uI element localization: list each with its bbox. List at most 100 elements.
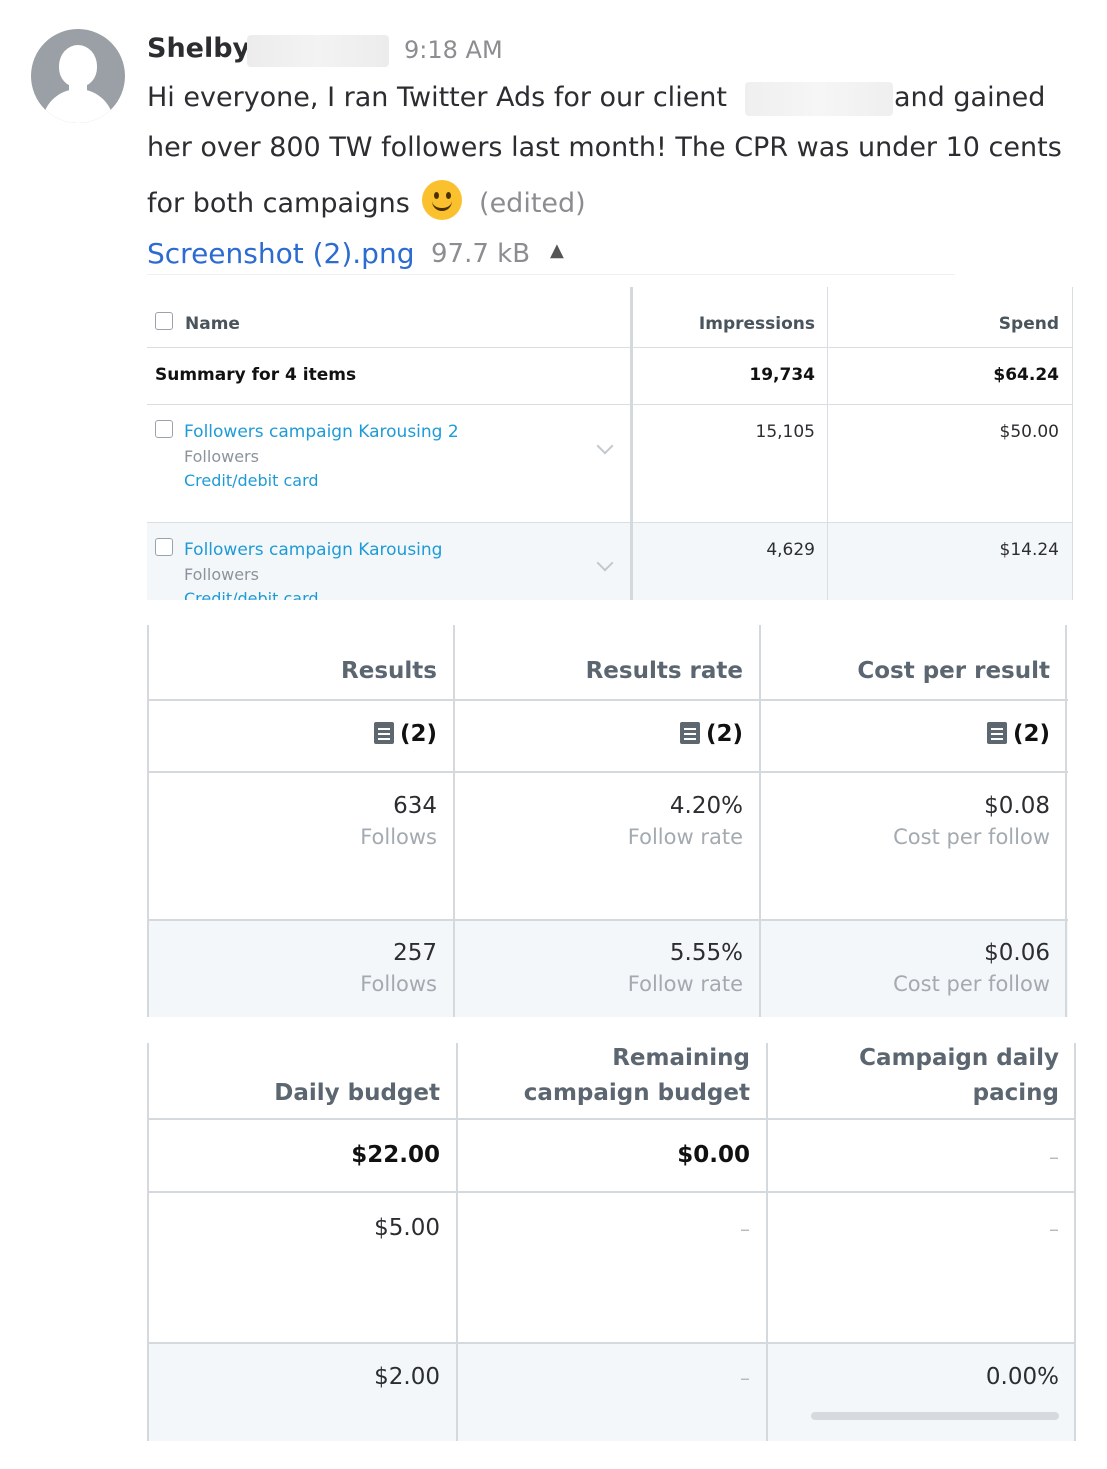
summary-results-rate[interactable]: (2) xyxy=(679,721,743,747)
campaign-name-link[interactable]: Followers campaign Karousing xyxy=(184,540,442,560)
row-pacing: 0.00% xyxy=(985,1364,1059,1390)
avatar-head xyxy=(59,45,97,87)
column-header-daily-budget[interactable]: Daily budget xyxy=(274,1075,440,1112)
row-daily-budget: $2.00 xyxy=(374,1364,440,1390)
row-pacing: – xyxy=(1049,1217,1059,1241)
column-header-impressions[interactable]: Impressions xyxy=(699,314,815,334)
row-remaining-budget: – xyxy=(740,1366,750,1390)
smiley-emoji-icon xyxy=(422,180,463,220)
row-rate: 5.55% xyxy=(669,940,743,966)
row-rate-label: Follow rate xyxy=(627,825,743,849)
campaign-table-top: Name Impressions Spend Summary for 4 ite… xyxy=(147,287,1073,600)
sender-name[interactable]: Shelby xyxy=(147,33,250,64)
summary-label: Summary for 4 items xyxy=(155,365,357,385)
column-divider xyxy=(630,287,633,600)
row-divider xyxy=(147,1191,1076,1193)
column-header-pacing-line1[interactable]: Campaign daily xyxy=(859,1043,1059,1077)
select-all-checkbox[interactable] xyxy=(155,312,173,330)
divider xyxy=(147,274,955,275)
table-header-row xyxy=(147,287,1073,348)
column-header-pacing-line2[interactable]: pacing xyxy=(973,1075,1059,1112)
row-checkbox[interactable] xyxy=(155,420,173,438)
summary-spend: $64.24 xyxy=(993,365,1059,385)
note-icon xyxy=(373,722,394,744)
summary-impressions: 19,734 xyxy=(749,365,815,385)
message-text-1b: and gained xyxy=(894,82,1046,113)
row-spend: $50.00 xyxy=(999,422,1059,442)
summary-results-count: (2) xyxy=(399,721,437,747)
campaign-objective: Followers xyxy=(184,447,259,466)
attachment-filename-link[interactable]: Screenshot (2).png xyxy=(147,237,414,270)
redacted-client-name xyxy=(745,82,893,116)
results-table: Results Results rate Cost per result (2)… xyxy=(147,625,1068,1017)
column-divider xyxy=(147,1043,149,1441)
row-divider xyxy=(147,919,1068,921)
note-icon xyxy=(679,722,700,744)
row-rate-label: Follow rate xyxy=(627,972,743,996)
caret-up-icon[interactable]: ▲ xyxy=(550,240,564,261)
column-divider xyxy=(759,625,761,1017)
campaign-objective: Followers xyxy=(184,565,259,584)
row-checkbox[interactable] xyxy=(155,538,173,556)
edited-label: (edited) xyxy=(479,188,586,219)
column-header-name[interactable]: Name xyxy=(185,314,240,334)
user-avatar[interactable] xyxy=(31,29,125,123)
column-divider xyxy=(827,287,828,600)
row-impressions: 15,105 xyxy=(755,422,815,442)
attachment-size: 97.7 kB xyxy=(431,239,531,269)
summary-cost-per-result[interactable]: (2) xyxy=(986,721,1050,747)
summary-cost-count: (2) xyxy=(1012,721,1050,747)
row-results-label: Follows xyxy=(360,972,437,996)
message-line-3: for both campaigns (edited) xyxy=(147,180,586,220)
row-cost: $0.06 xyxy=(984,940,1050,966)
row-cost-label: Cost per follow xyxy=(893,972,1050,996)
column-divider xyxy=(453,625,455,1017)
summary-pacing: – xyxy=(1049,1145,1059,1169)
message-text-3: for both campaigns xyxy=(147,188,410,219)
summary-results[interactable]: (2) xyxy=(373,721,437,747)
column-divider xyxy=(1072,287,1073,600)
column-header-results-rate[interactable]: Results rate xyxy=(586,653,743,690)
row-results-label: Follows xyxy=(360,825,437,849)
row-results: 257 xyxy=(393,940,437,966)
row-rate: 4.20% xyxy=(669,793,743,819)
summary-daily-budget: $22.00 xyxy=(351,1142,440,1168)
note-icon xyxy=(986,722,1007,744)
column-header-remaining-line2[interactable]: campaign budget xyxy=(524,1075,750,1112)
column-header-spend[interactable]: Spend xyxy=(999,314,1059,334)
row-remaining-budget: – xyxy=(740,1217,750,1241)
summary-rate-count: (2) xyxy=(705,721,743,747)
payment-method-link[interactable]: Credit/debit card xyxy=(184,589,319,600)
row-cost-label: Cost per follow xyxy=(893,825,1050,849)
column-divider xyxy=(456,1043,458,1441)
message-line-2: her over 800 TW followers last month! Th… xyxy=(147,132,1062,163)
avatar-body xyxy=(42,89,114,123)
budget-table: Daily budget Remaining campaign budget C… xyxy=(147,1043,1076,1441)
redacted-surname xyxy=(247,35,389,67)
campaign-name-link[interactable]: Followers campaign Karousing 2 xyxy=(184,422,459,442)
row-divider xyxy=(147,699,1068,701)
row-daily-budget: $5.00 xyxy=(374,1215,440,1241)
message-text-1a: Hi everyone, I ran Twitter Ads for our c… xyxy=(147,82,727,113)
message-line-1: Hi everyone, I ran Twitter Ads for our c… xyxy=(147,82,727,113)
column-header-results[interactable]: Results xyxy=(341,653,437,690)
pacing-progress-bar xyxy=(811,1412,1059,1420)
row-spend: $14.24 xyxy=(999,540,1059,560)
row-shading xyxy=(147,1344,1076,1441)
column-divider xyxy=(766,1043,768,1441)
row-cost: $0.08 xyxy=(984,793,1050,819)
payment-method-link[interactable]: Credit/debit card xyxy=(184,471,319,490)
row-impressions: 4,629 xyxy=(766,540,815,560)
column-divider xyxy=(1065,625,1067,1017)
row-divider xyxy=(147,771,1068,773)
summary-remaining-budget: $0.00 xyxy=(677,1142,750,1168)
column-divider xyxy=(147,625,149,1017)
row-results: 634 xyxy=(393,793,437,819)
message-timestamp[interactable]: 9:18 AM xyxy=(404,36,503,64)
row-divider xyxy=(147,1342,1076,1344)
column-header-cost-per-result[interactable]: Cost per result xyxy=(857,653,1050,690)
column-divider xyxy=(1074,1043,1076,1441)
row-shading xyxy=(147,921,1068,1017)
column-header-remaining-line1[interactable]: Remaining xyxy=(612,1043,750,1077)
row-divider xyxy=(147,1118,1076,1120)
